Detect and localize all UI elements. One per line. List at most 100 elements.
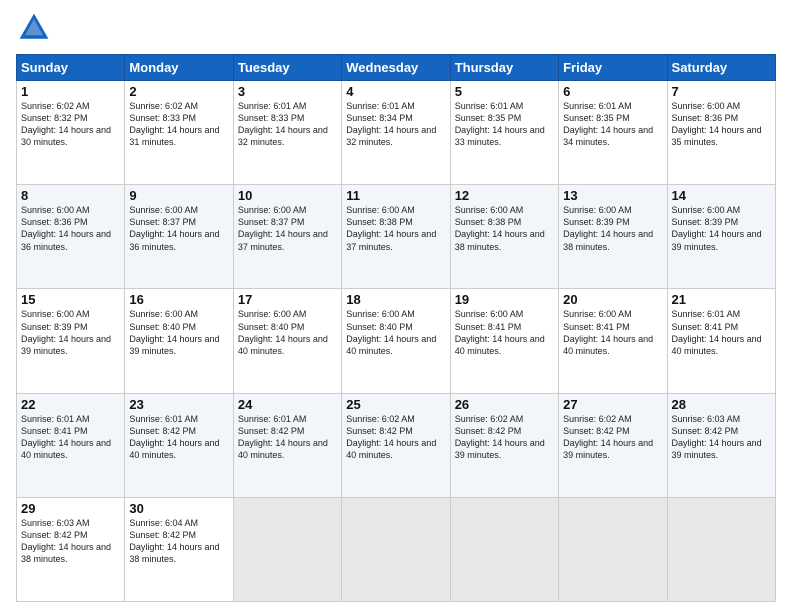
day-number: 19 <box>455 292 554 307</box>
day-number: 20 <box>563 292 662 307</box>
day-cell <box>559 497 667 601</box>
day-info: Sunrise: 6:00 AMSunset: 8:36 PMDaylight:… <box>21 205 111 251</box>
day-cell: 1 Sunrise: 6:02 AMSunset: 8:32 PMDayligh… <box>17 81 125 185</box>
day-cell <box>667 497 775 601</box>
day-cell: 11 Sunrise: 6:00 AMSunset: 8:38 PMDaylig… <box>342 185 450 289</box>
day-cell: 3 Sunrise: 6:01 AMSunset: 8:33 PMDayligh… <box>233 81 341 185</box>
day-cell: 27 Sunrise: 6:02 AMSunset: 8:42 PMDaylig… <box>559 393 667 497</box>
day-info: Sunrise: 6:00 AMSunset: 8:37 PMDaylight:… <box>238 205 328 251</box>
day-cell: 15 Sunrise: 6:00 AMSunset: 8:39 PMDaylig… <box>17 289 125 393</box>
day-cell: 16 Sunrise: 6:00 AMSunset: 8:40 PMDaylig… <box>125 289 233 393</box>
day-number: 23 <box>129 397 228 412</box>
day-number: 13 <box>563 188 662 203</box>
day-cell: 12 Sunrise: 6:00 AMSunset: 8:38 PMDaylig… <box>450 185 558 289</box>
day-cell: 2 Sunrise: 6:02 AMSunset: 8:33 PMDayligh… <box>125 81 233 185</box>
day-number: 28 <box>672 397 771 412</box>
day-info: Sunrise: 6:00 AMSunset: 8:39 PMDaylight:… <box>21 309 111 355</box>
day-number: 21 <box>672 292 771 307</box>
day-number: 8 <box>21 188 120 203</box>
day-info: Sunrise: 6:03 AMSunset: 8:42 PMDaylight:… <box>21 518 111 564</box>
day-info: Sunrise: 6:01 AMSunset: 8:34 PMDaylight:… <box>346 101 436 147</box>
day-number: 5 <box>455 84 554 99</box>
day-info: Sunrise: 6:00 AMSunset: 8:40 PMDaylight:… <box>346 309 436 355</box>
day-number: 17 <box>238 292 337 307</box>
day-cell: 6 Sunrise: 6:01 AMSunset: 8:35 PMDayligh… <box>559 81 667 185</box>
day-number: 9 <box>129 188 228 203</box>
day-info: Sunrise: 6:00 AMSunset: 8:39 PMDaylight:… <box>672 205 762 251</box>
day-number: 25 <box>346 397 445 412</box>
week-row-1: 1 Sunrise: 6:02 AMSunset: 8:32 PMDayligh… <box>17 81 776 185</box>
day-cell: 20 Sunrise: 6:00 AMSunset: 8:41 PMDaylig… <box>559 289 667 393</box>
col-header-thursday: Thursday <box>450 55 558 81</box>
day-cell: 14 Sunrise: 6:00 AMSunset: 8:39 PMDaylig… <box>667 185 775 289</box>
day-cell: 7 Sunrise: 6:00 AMSunset: 8:36 PMDayligh… <box>667 81 775 185</box>
day-cell: 5 Sunrise: 6:01 AMSunset: 8:35 PMDayligh… <box>450 81 558 185</box>
day-cell: 19 Sunrise: 6:00 AMSunset: 8:41 PMDaylig… <box>450 289 558 393</box>
day-number: 14 <box>672 188 771 203</box>
day-number: 1 <box>21 84 120 99</box>
week-row-5: 29 Sunrise: 6:03 AMSunset: 8:42 PMDaylig… <box>17 497 776 601</box>
day-info: Sunrise: 6:02 AMSunset: 8:42 PMDaylight:… <box>455 414 545 460</box>
day-cell <box>450 497 558 601</box>
day-cell: 4 Sunrise: 6:01 AMSunset: 8:34 PMDayligh… <box>342 81 450 185</box>
day-number: 3 <box>238 84 337 99</box>
day-number: 22 <box>21 397 120 412</box>
col-header-wednesday: Wednesday <box>342 55 450 81</box>
week-row-3: 15 Sunrise: 6:00 AMSunset: 8:39 PMDaylig… <box>17 289 776 393</box>
day-info: Sunrise: 6:01 AMSunset: 8:41 PMDaylight:… <box>21 414 111 460</box>
day-info: Sunrise: 6:01 AMSunset: 8:41 PMDaylight:… <box>672 309 762 355</box>
col-header-friday: Friday <box>559 55 667 81</box>
day-number: 10 <box>238 188 337 203</box>
day-info: Sunrise: 6:04 AMSunset: 8:42 PMDaylight:… <box>129 518 219 564</box>
calendar-table: SundayMondayTuesdayWednesdayThursdayFrid… <box>16 54 776 602</box>
day-number: 29 <box>21 501 120 516</box>
day-cell: 30 Sunrise: 6:04 AMSunset: 8:42 PMDaylig… <box>125 497 233 601</box>
day-cell: 10 Sunrise: 6:00 AMSunset: 8:37 PMDaylig… <box>233 185 341 289</box>
day-cell: 13 Sunrise: 6:00 AMSunset: 8:39 PMDaylig… <box>559 185 667 289</box>
day-cell: 26 Sunrise: 6:02 AMSunset: 8:42 PMDaylig… <box>450 393 558 497</box>
day-cell: 23 Sunrise: 6:01 AMSunset: 8:42 PMDaylig… <box>125 393 233 497</box>
day-info: Sunrise: 6:02 AMSunset: 8:33 PMDaylight:… <box>129 101 219 147</box>
day-number: 2 <box>129 84 228 99</box>
day-cell: 21 Sunrise: 6:01 AMSunset: 8:41 PMDaylig… <box>667 289 775 393</box>
day-number: 24 <box>238 397 337 412</box>
day-info: Sunrise: 6:02 AMSunset: 8:42 PMDaylight:… <box>346 414 436 460</box>
logo <box>16 10 58 46</box>
day-info: Sunrise: 6:00 AMSunset: 8:40 PMDaylight:… <box>129 309 219 355</box>
day-cell <box>233 497 341 601</box>
day-cell: 25 Sunrise: 6:02 AMSunset: 8:42 PMDaylig… <box>342 393 450 497</box>
logo-icon <box>16 10 52 46</box>
day-cell: 28 Sunrise: 6:03 AMSunset: 8:42 PMDaylig… <box>667 393 775 497</box>
day-number: 30 <box>129 501 228 516</box>
day-info: Sunrise: 6:01 AMSunset: 8:35 PMDaylight:… <box>563 101 653 147</box>
day-info: Sunrise: 6:01 AMSunset: 8:42 PMDaylight:… <box>129 414 219 460</box>
day-cell <box>342 497 450 601</box>
day-number: 11 <box>346 188 445 203</box>
day-number: 15 <box>21 292 120 307</box>
day-info: Sunrise: 6:00 AMSunset: 8:37 PMDaylight:… <box>129 205 219 251</box>
day-number: 26 <box>455 397 554 412</box>
week-row-2: 8 Sunrise: 6:00 AMSunset: 8:36 PMDayligh… <box>17 185 776 289</box>
day-cell: 8 Sunrise: 6:00 AMSunset: 8:36 PMDayligh… <box>17 185 125 289</box>
day-info: Sunrise: 6:01 AMSunset: 8:35 PMDaylight:… <box>455 101 545 147</box>
day-info: Sunrise: 6:02 AMSunset: 8:42 PMDaylight:… <box>563 414 653 460</box>
day-info: Sunrise: 6:00 AMSunset: 8:40 PMDaylight:… <box>238 309 328 355</box>
page: SundayMondayTuesdayWednesdayThursdayFrid… <box>0 0 792 612</box>
day-cell: 24 Sunrise: 6:01 AMSunset: 8:42 PMDaylig… <box>233 393 341 497</box>
week-row-4: 22 Sunrise: 6:01 AMSunset: 8:41 PMDaylig… <box>17 393 776 497</box>
day-info: Sunrise: 6:01 AMSunset: 8:42 PMDaylight:… <box>238 414 328 460</box>
col-header-tuesday: Tuesday <box>233 55 341 81</box>
header <box>16 10 776 46</box>
day-cell: 17 Sunrise: 6:00 AMSunset: 8:40 PMDaylig… <box>233 289 341 393</box>
col-header-sunday: Sunday <box>17 55 125 81</box>
day-cell: 18 Sunrise: 6:00 AMSunset: 8:40 PMDaylig… <box>342 289 450 393</box>
day-info: Sunrise: 6:00 AMSunset: 8:36 PMDaylight:… <box>672 101 762 147</box>
day-number: 4 <box>346 84 445 99</box>
day-cell: 22 Sunrise: 6:01 AMSunset: 8:41 PMDaylig… <box>17 393 125 497</box>
day-info: Sunrise: 6:00 AMSunset: 8:39 PMDaylight:… <box>563 205 653 251</box>
day-info: Sunrise: 6:00 AMSunset: 8:38 PMDaylight:… <box>346 205 436 251</box>
header-row: SundayMondayTuesdayWednesdayThursdayFrid… <box>17 55 776 81</box>
day-number: 27 <box>563 397 662 412</box>
day-number: 18 <box>346 292 445 307</box>
day-info: Sunrise: 6:00 AMSunset: 8:41 PMDaylight:… <box>455 309 545 355</box>
